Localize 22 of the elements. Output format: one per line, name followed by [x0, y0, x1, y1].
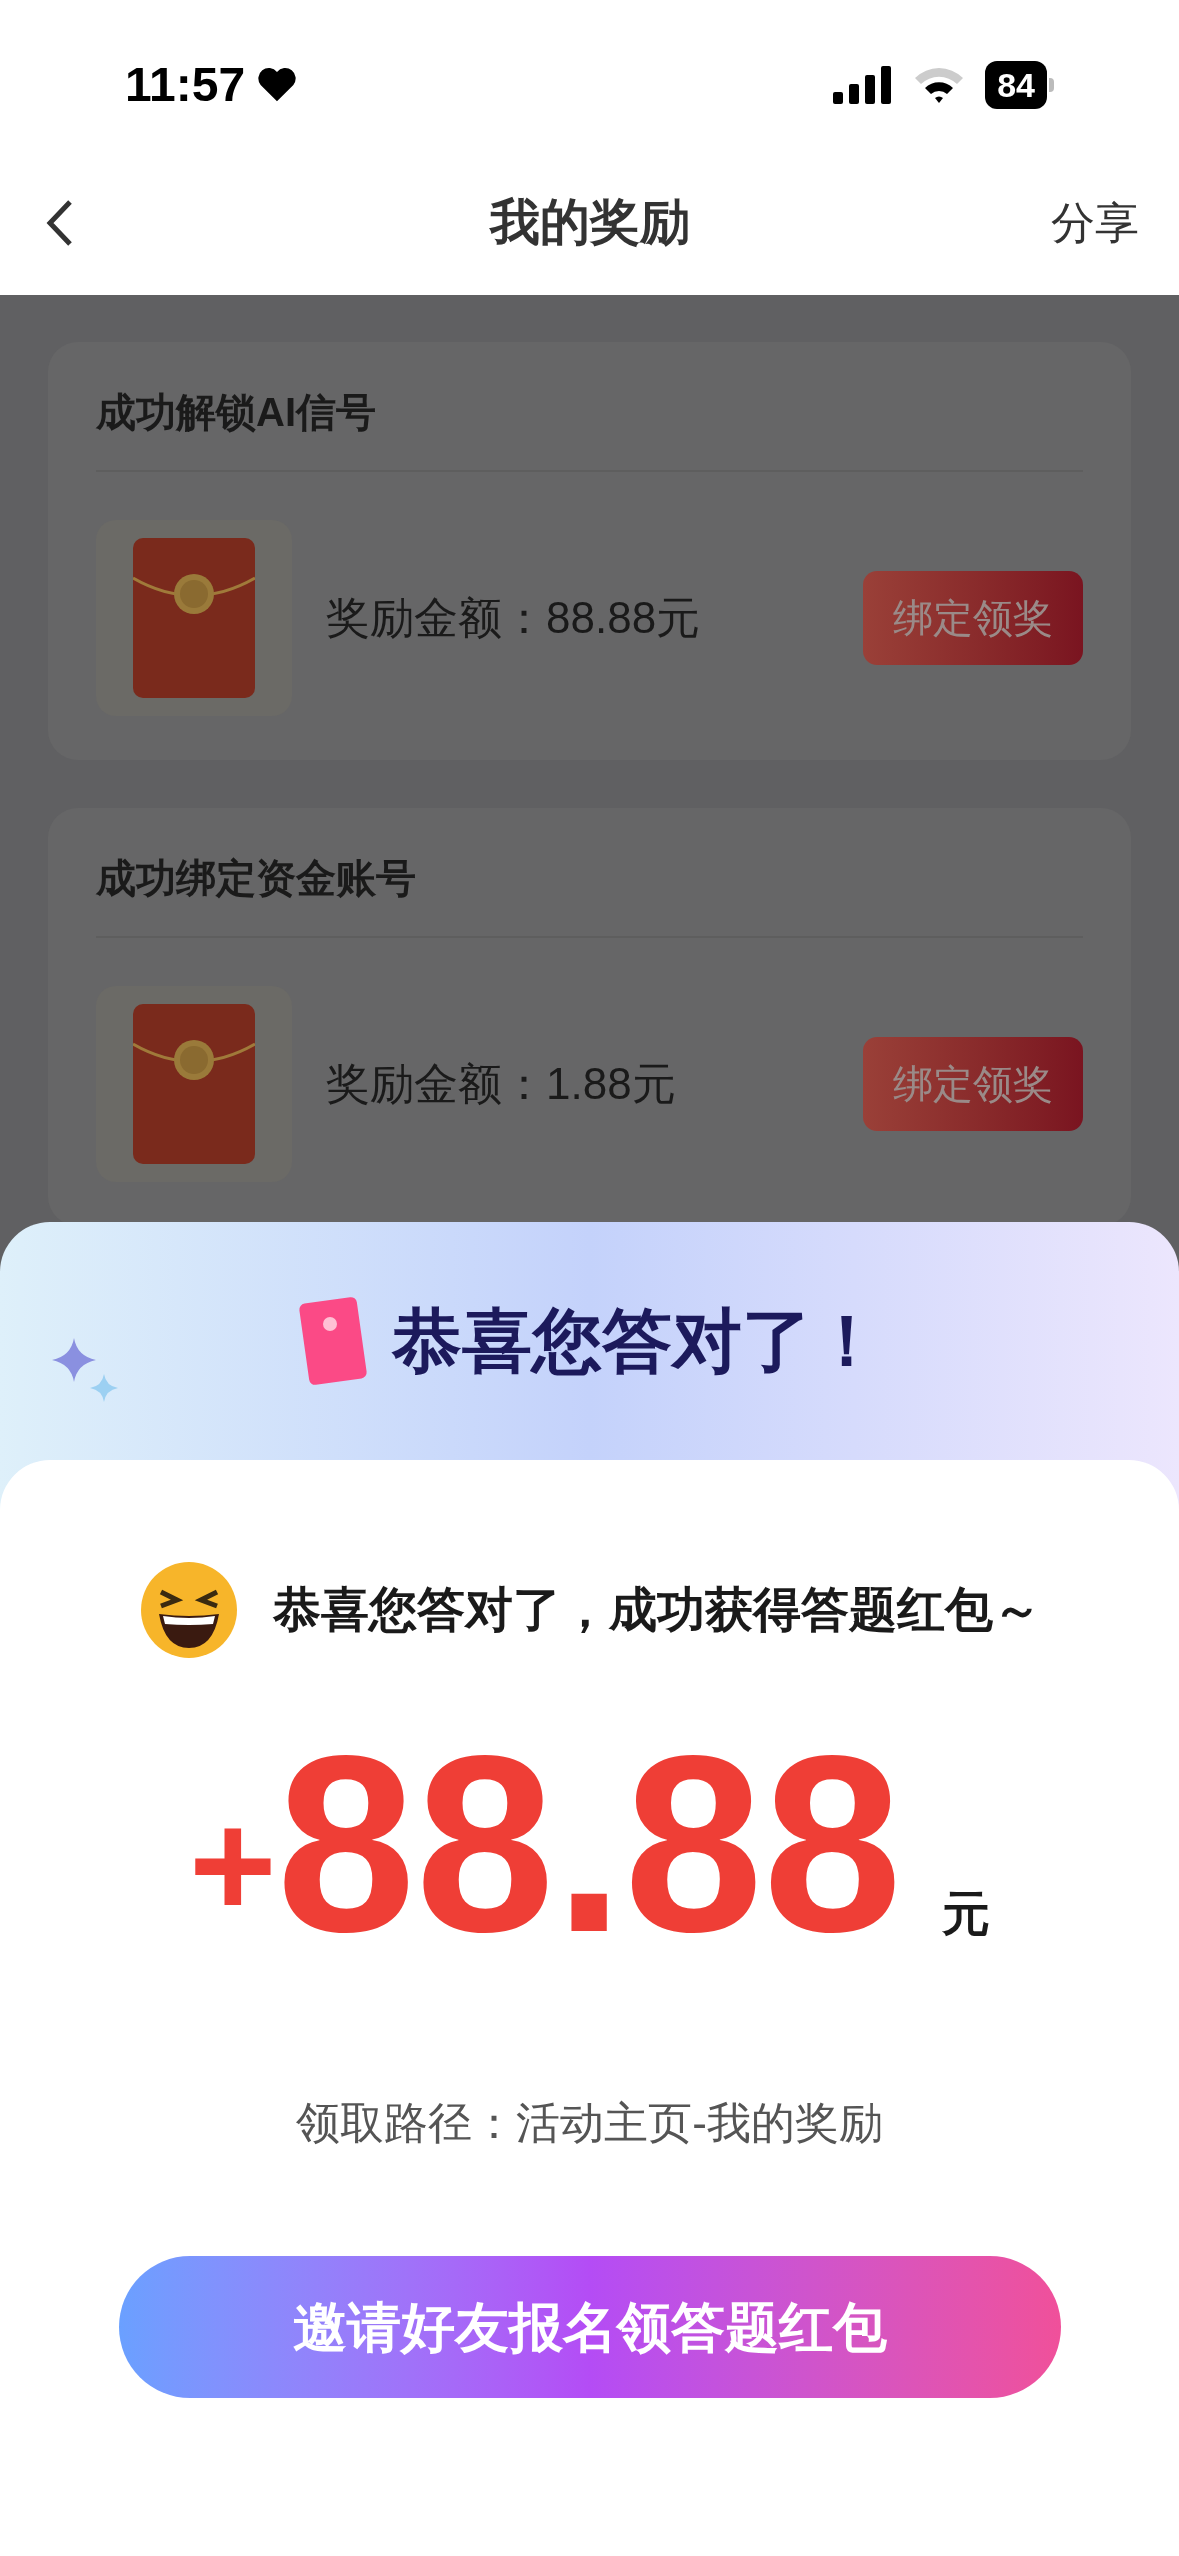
status-time: 11:57	[125, 57, 246, 113]
reward-title: 成功解锁AI信号	[96, 389, 377, 436]
invite-button[interactable]: 邀请好友报名领答题红包	[118, 2256, 1061, 2398]
laughing-emoji-icon	[138, 1560, 239, 1660]
reward-amount: 奖励金额：88.88元	[326, 592, 702, 644]
envelope-icon	[133, 1004, 255, 1164]
plus-sign: +	[188, 1790, 277, 1940]
claim-path-text: 领取路径：活动主页-我的奖励	[296, 2097, 883, 2149]
page-title: 我的奖励	[489, 193, 690, 252]
reward-title: 成功绑定资金账号	[96, 855, 417, 902]
reward-amount-large: 88.88	[276, 1720, 903, 1970]
share-button[interactable]: 分享	[1051, 189, 1139, 256]
signal-icon	[833, 66, 894, 104]
currency-unit: 元	[942, 1886, 991, 1942]
success-message: 恭喜您答对了，成功获得答题红包～	[272, 1582, 1041, 1638]
envelope-icon	[133, 538, 255, 698]
heart-icon	[257, 67, 298, 103]
banner-title: 恭喜您答对了！	[391, 1300, 882, 1382]
claim-button[interactable]: 绑定领奖	[863, 1037, 1083, 1131]
wifi-icon	[913, 66, 966, 104]
reward-amount: 奖励金额：1.88元	[326, 1058, 677, 1110]
claim-button[interactable]: 绑定领奖	[863, 571, 1083, 665]
